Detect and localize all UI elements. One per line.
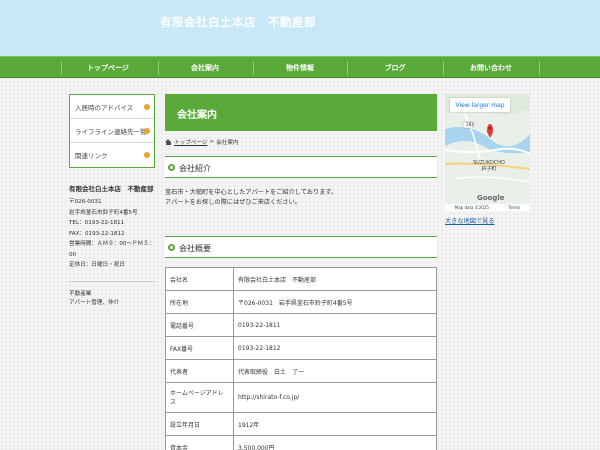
google-logo: Google (477, 194, 505, 202)
breadcrumb: トップページ > 会社案内 (165, 138, 239, 146)
bullet-icon (144, 152, 150, 158)
intro-text: 釜石市・大槌町を中心としたアパートをご紹介しております。 アパートをお探しの際に… (165, 188, 437, 208)
table-row: 所在地 〒026-0031 岩手県釜石市鈴子町4番5号 (165, 290, 437, 314)
side-item-links[interactable]: 関連リンク (70, 143, 154, 167)
table-value: 0193-22-1811 (233, 313, 437, 337)
table-row: 電話番号 0193-22-1811 (165, 313, 437, 337)
side-menu: 入居時のアドバイス ライフライン連絡先一覧 関連リンク (69, 94, 155, 168)
table-row: 代表者 代表取締役 白土 了一 (165, 359, 437, 383)
table-key: 電話番号 (165, 313, 234, 337)
table-key: 会社名 (165, 267, 234, 291)
business-category: 不動産業 アパート管理、仲介 (69, 290, 119, 308)
nav-item-contact[interactable]: お問い合わせ (441, 57, 541, 79)
nav-item-top[interactable]: トップページ (58, 57, 158, 79)
company-hours: 営業時間：ＡＭ９：00～ＰＭ５：00 (69, 241, 155, 258)
table-key: 資本金 (165, 435, 234, 450)
table-key: 所在地 (165, 290, 234, 314)
big-map-link[interactable]: 大きな地図で見る (445, 216, 495, 225)
table-value: http://shirato-f.co.jp/ (233, 382, 437, 413)
company-fax: FAX：0193-22-1812 (69, 230, 125, 237)
table-row: FAX番号 0193-22-1812 (165, 336, 437, 360)
section-heading-overview: 会社概要 (165, 236, 437, 258)
table-value: 0193-22-1812 (233, 336, 437, 360)
company-overview-table: 会社名 有限会社白土本店 不動産部 所在地 〒026-0031 岩手県釜石市鈴子… (165, 267, 437, 450)
table-value: 〒026-0031 岩手県釜石市鈴子町4番5号 (233, 290, 437, 314)
category-detail: アパート管理、仲介 (69, 300, 120, 306)
company-name: 有限会社白土本店 不動産部 (69, 185, 154, 193)
map-data-label: Map data ©2025 (454, 205, 489, 210)
side-item-label: 入居時のアドバイス (75, 103, 134, 112)
view-larger-map-button[interactable]: View larger map (450, 98, 510, 112)
table-value: 3,500,000円 (233, 435, 437, 450)
map-terms-link[interactable]: Terms (508, 205, 520, 210)
home-icon (165, 139, 172, 145)
route-label: 283 (466, 122, 474, 127)
table-row: 会社名 有限会社白土本店 不動産部 (165, 267, 437, 291)
page-title-box: 会社案内 (165, 94, 437, 131)
nav-item-properties[interactable]: 物件情報 (250, 57, 350, 79)
table-key: FAX番号 (165, 336, 234, 360)
section-heading-label: 会社紹介 (179, 164, 211, 173)
table-value: 1912年 (233, 412, 437, 436)
company-holiday: 定休日：日曜日・祝日 (69, 262, 125, 268)
table-value: 有限会社白土本店 不動産部 (233, 267, 437, 291)
bullet-icon (144, 104, 150, 110)
breadcrumb-home[interactable]: トップページ (174, 138, 207, 146)
table-row: 設立年月日 1912年 (165, 412, 437, 436)
intro-line: アパートをお探しの際にはぜひご来店ください。 (165, 199, 301, 206)
global-nav: トップページ 会社案内 物件情報 ブログ お問い合わせ (0, 56, 600, 78)
bullet-icon (144, 128, 150, 134)
company-postal: 〒026-0031 (69, 199, 102, 205)
side-item-label: ライフライン連絡先一覧 (75, 127, 147, 136)
google-map[interactable]: View larger map 283 SUZUKOCHO 鈴子町 Google… (445, 94, 530, 211)
breadcrumb-current: 会社案内 (216, 140, 239, 146)
ring-icon (168, 164, 175, 171)
map-place-label: SUZUKOCHO 鈴子町 (473, 160, 505, 172)
category-title: 不動産業 (69, 291, 92, 297)
section-heading-intro: 会社紹介 (165, 156, 437, 178)
company-tel: TEL：0193-22-1811 (69, 220, 125, 226)
table-row: 資本金 3,500,000円 (165, 435, 437, 450)
table-value: 代表取締役 白土 了一 (233, 359, 437, 383)
table-row: ホームページアドレス http://shirato-f.co.jp/ (165, 382, 437, 413)
company-address: 岩手県釜石市鈴子町4番5号 (69, 209, 138, 216)
place-ja: 鈴子町 (481, 166, 497, 172)
intro-line: 釜石市・大槌町を中心としたアパートをご紹介しております。 (165, 189, 338, 196)
company-info: 有限会社白土本店 不動産部 〒026-0031 岩手県釜石市鈴子町4番5号 TE… (69, 184, 157, 271)
table-key: 代表者 (165, 359, 234, 383)
sidebar-divider (69, 281, 155, 282)
ring-icon (168, 244, 175, 251)
nav-item-company[interactable]: 会社案内 (155, 57, 255, 79)
table-key: 設立年月日 (165, 412, 234, 436)
nav-separator (539, 61, 540, 75)
page-title: 会社案内 (177, 110, 217, 121)
breadcrumb-separator: > (209, 139, 215, 145)
site-header: 有限会社白土本店 不動産部 (0, 0, 600, 56)
side-item-advice[interactable]: 入居時のアドバイス (70, 95, 154, 119)
side-item-label: 関連リンク (75, 152, 108, 160)
nav-item-blog[interactable]: ブログ (345, 57, 445, 79)
map-footer: Map data ©2025 Terms (445, 204, 530, 211)
table-key: ホームページアドレス (165, 382, 234, 413)
side-item-lifeline[interactable]: ライフライン連絡先一覧 (70, 119, 154, 143)
site-title[interactable]: 有限会社白土本店 不動産部 (160, 14, 316, 30)
section-heading-label: 会社概要 (179, 244, 211, 253)
